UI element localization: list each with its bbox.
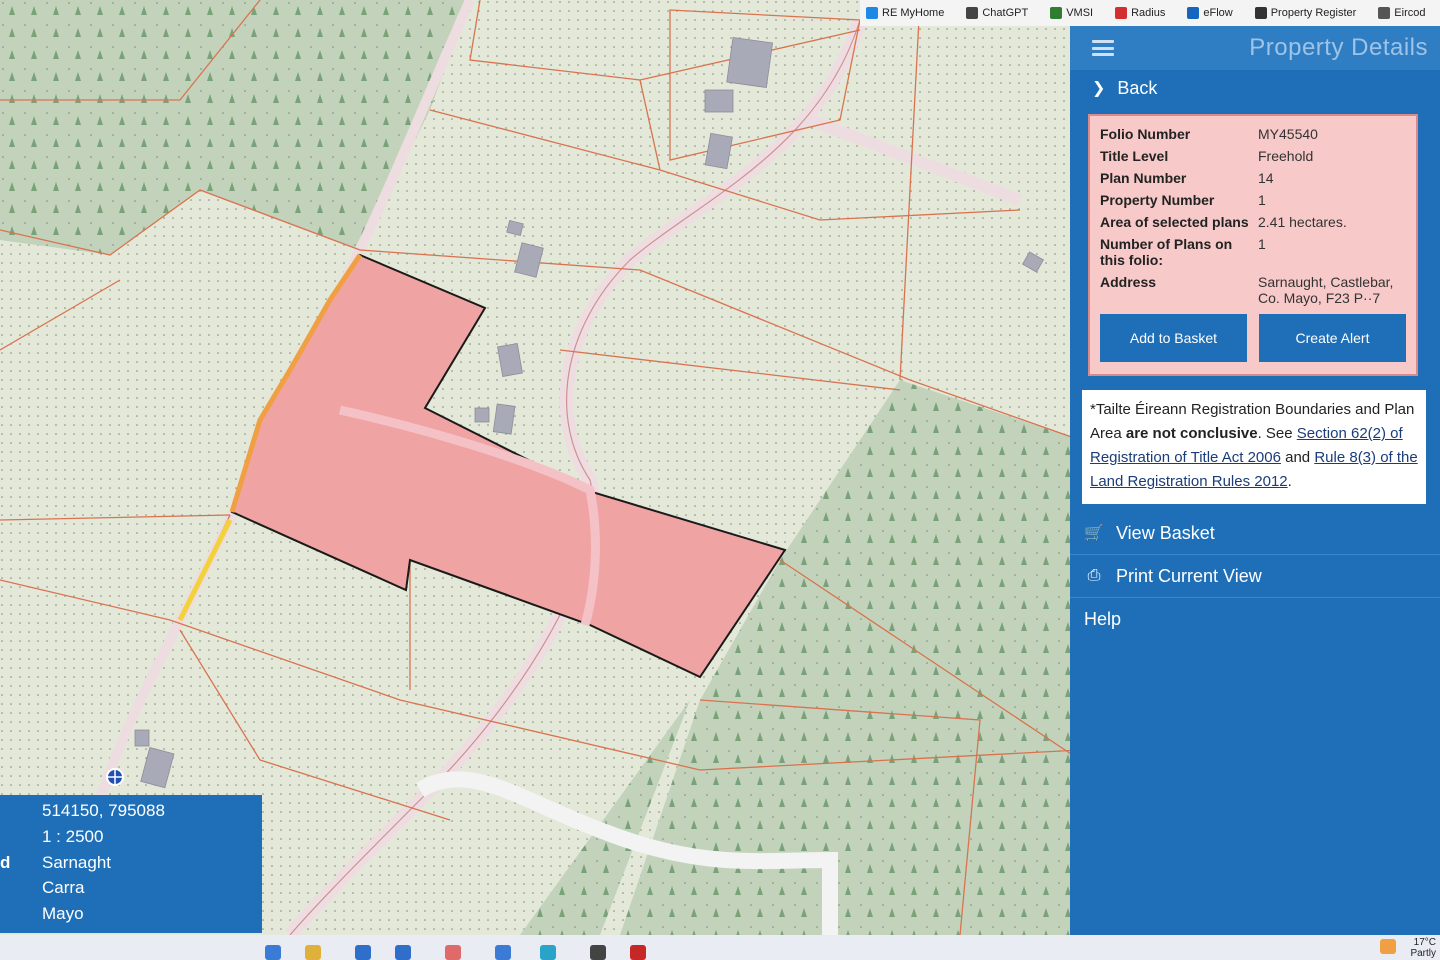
- taskbar-app-icon[interactable]: [445, 945, 461, 960]
- chevron-right-icon: ❯: [1092, 80, 1106, 97]
- bookmark-item[interactable]: Radius: [1115, 7, 1165, 19]
- panel-title: Property Details: [1249, 34, 1428, 61]
- detail-value: 1: [1258, 236, 1266, 252]
- taskbar-app-icon[interactable]: [395, 945, 411, 960]
- detail-label: Number of Plans on this folio:: [1100, 236, 1233, 268]
- bookmark-item[interactable]: ChatGPT: [966, 7, 1028, 19]
- bookmark-label: Radius: [1131, 7, 1166, 19]
- map-info-box: d 514150, 795088 1 : 2500 Sarnaght Carra…: [0, 795, 262, 933]
- register-icon: [1254, 7, 1267, 19]
- bookmark-label: RE MyHome: [882, 7, 945, 19]
- detail-value: 1: [1258, 192, 1266, 208]
- create-alert-button[interactable]: Create Alert: [1259, 314, 1406, 362]
- bookmark-item[interactable]: VMSI: [1050, 7, 1093, 19]
- print-current-view-link[interactable]: ⎙ Print Current View: [1070, 555, 1440, 598]
- detail-value: Freehold: [1258, 148, 1314, 164]
- taskbar: 17°C Partly: [0, 935, 1440, 960]
- bookmark-label: Eircod: [1394, 7, 1426, 19]
- disclaimer-notice: *Tailte Éireann Registration Boundaries …: [1082, 390, 1426, 504]
- disclaimer-text: . See: [1257, 425, 1297, 442]
- folder-icon[interactable]: [305, 945, 321, 960]
- chatgpt-icon: [966, 7, 979, 19]
- detail-row: Area of selected plans 2.41 hectares.: [1100, 214, 1406, 230]
- radius-icon: [1115, 7, 1128, 19]
- detail-value: MY45540: [1258, 126, 1318, 142]
- disclaimer-text: and: [1280, 449, 1315, 466]
- back-button[interactable]: ❯ Back: [1070, 70, 1440, 106]
- bookmark-label: eFlow: [1203, 7, 1233, 19]
- shopping-cart-icon: 🛒: [1084, 525, 1104, 542]
- county: Mayo: [42, 904, 84, 923]
- bookmark-item[interactable]: RE MyHome: [866, 7, 944, 19]
- detail-row: Property Number 1: [1100, 192, 1406, 208]
- property-details-panel: Property Details ❯ Back Folio Number MY45…: [1070, 26, 1440, 935]
- weather-icon: [1380, 939, 1396, 954]
- disclaimer-bold: are not conclusive: [1125, 425, 1258, 442]
- coordinates: 514150, 795088: [42, 801, 165, 820]
- weather-temp: 17°C: [1413, 937, 1436, 948]
- detail-value: Sarnaught, Castlebar, Co. Mayo, F23 P··7: [1258, 274, 1394, 306]
- taskbar-app-icon[interactable]: [265, 945, 281, 960]
- detail-label: Property Number: [1100, 192, 1215, 208]
- globe-icon: [866, 7, 878, 19]
- taskbar-app-icon[interactable]: [355, 945, 371, 960]
- cut-label: d: [0, 853, 11, 872]
- view-basket-label: View Basket: [1116, 522, 1215, 543]
- bookmark-label: ChatGPT: [982, 7, 1029, 19]
- bookmark-label: Property Register: [1270, 7, 1357, 19]
- detail-label: Plan Number: [1100, 170, 1187, 186]
- eflow-icon: [1187, 7, 1200, 19]
- detail-value: 14: [1258, 170, 1274, 186]
- bookmark-item[interactable]: eFlow: [1187, 7, 1233, 19]
- bookmark-item[interactable]: Eircod: [1378, 7, 1425, 19]
- hamburger-menu-icon[interactable]: [1092, 40, 1114, 56]
- back-label: Back: [1117, 77, 1158, 98]
- taskbar-app-icon[interactable]: [590, 945, 606, 960]
- detail-label: Folio Number: [1100, 126, 1191, 142]
- printer-icon: ⎙: [1087, 567, 1101, 584]
- map-scale: 1 : 2500: [42, 827, 104, 846]
- disclaimer-text: .: [1287, 473, 1292, 490]
- view-basket-link[interactable]: 🛒 View Basket: [1070, 512, 1440, 555]
- print-label: Print Current View: [1116, 565, 1262, 586]
- detail-row: Number of Plans on this folio: 1: [1100, 236, 1406, 268]
- eircode-icon: [1378, 7, 1391, 19]
- bookmark-item[interactable]: Property Register: [1254, 7, 1357, 19]
- weather-widget[interactable]: 17°C Partly: [1410, 937, 1436, 959]
- bookmarks-bar: RE MyHome ChatGPT VMSI Radius eFlow Property …: [860, 0, 1440, 26]
- detail-row: Plan Number 14: [1100, 170, 1406, 186]
- taskbar-app-icon[interactable]: [630, 945, 646, 960]
- panel-header: Property Details: [1070, 26, 1440, 70]
- barony: Carra: [42, 878, 85, 897]
- detail-label: Title Level: [1100, 148, 1169, 164]
- browser-icon[interactable]: [540, 945, 556, 960]
- add-to-basket-button[interactable]: Add to Basket: [1100, 314, 1247, 362]
- property-details-box: Folio Number MY45540 Title Level Freehold Pl…: [1088, 114, 1418, 376]
- document-icon: [1050, 7, 1063, 19]
- help-link[interactable]: Help: [1070, 598, 1440, 640]
- detail-label: Area of selected plans: [1100, 214, 1249, 230]
- taskbar-app-icon[interactable]: [495, 945, 511, 960]
- detail-row: Address Sarnaught, Castlebar, Co. Mayo, F…: [1100, 274, 1406, 306]
- detail-value: 2.41 hectares.: [1258, 214, 1347, 230]
- weather-desc: Partly: [1410, 948, 1436, 959]
- detail-row: Title Level Freehold: [1100, 148, 1406, 164]
- detail-label: Address: [1100, 274, 1157, 290]
- help-label: Help: [1084, 608, 1122, 629]
- detail-row: Folio Number MY45540: [1100, 126, 1406, 142]
- townland: Sarnaght: [42, 853, 111, 872]
- bookmark-label: VMSI: [1066, 7, 1094, 19]
